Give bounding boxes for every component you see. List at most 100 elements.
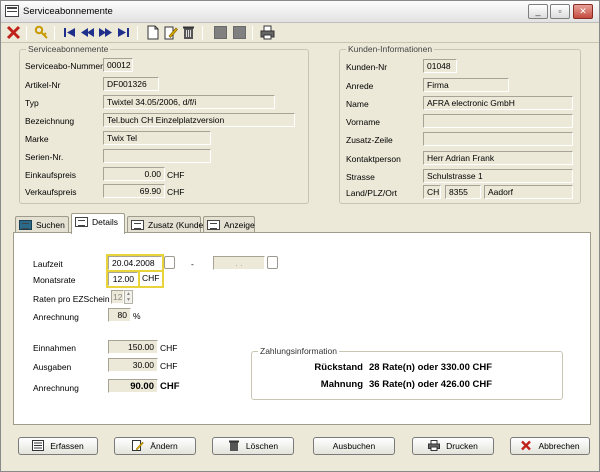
name-field[interactable]: AFRA electronic GmbH — [423, 96, 573, 110]
article-number-label: Artikel-Nr — [25, 80, 61, 90]
tab-zusatz-kunde[interactable]: Zusatz (Kunde) — [127, 216, 206, 233]
laufzeit-from-field[interactable]: 20.04.2008 — [106, 254, 164, 272]
close-button[interactable]: ✕ — [573, 4, 593, 19]
raten-field[interactable]: 12 — [111, 290, 124, 304]
spin-down-icon: ▼ — [126, 297, 131, 303]
street-label: Strasse — [346, 172, 375, 182]
anrechnung-pct-field[interactable]: 80 — [108, 308, 131, 322]
street-field[interactable]: Schulstrasse 1 — [423, 169, 573, 183]
drucken-button[interactable]: Drucken — [412, 437, 494, 455]
next-page-button[interactable] — [98, 25, 113, 40]
zip-field[interactable]: 8355 — [445, 185, 481, 199]
article-number-field[interactable]: DF001326 — [103, 77, 159, 91]
new-record-icon — [32, 440, 45, 451]
edit-icon — [132, 440, 145, 451]
einnahmen-field[interactable]: 150.00 — [108, 340, 158, 354]
customer-number-label: Kunden-Nr — [346, 62, 388, 72]
details-icon — [75, 217, 88, 227]
toolbar-separator — [54, 26, 55, 40]
serial-number-field[interactable] — [103, 149, 211, 163]
loeschen-button[interactable]: Löschen — [212, 437, 294, 455]
drucken-label: Drucken — [446, 441, 478, 451]
details-icon — [207, 220, 220, 230]
title-bar[interactable]: Serviceabonnemente _ ▫ ✕ — [1, 1, 599, 23]
einnahmen-unit: CHF — [160, 343, 178, 353]
first-record-button[interactable] — [62, 25, 77, 40]
erfassen-label: Erfassen — [50, 441, 84, 451]
abbrechen-button[interactable]: Abbrechen — [510, 437, 590, 455]
tab-anzeige-label: Anzeige — [224, 220, 255, 230]
window-title: Serviceabonnemente — [23, 6, 113, 17]
key-button[interactable] — [34, 25, 49, 40]
payment-info-title: Zahlungsinformation — [258, 346, 340, 356]
salutation-label: Anrede — [346, 81, 374, 91]
serial-number-label: Serien-Nr. — [25, 152, 64, 162]
type-field[interactable]: Twixtel 34.05/2006, d/f/i — [103, 95, 275, 109]
purchase-price-field[interactable]: 0.00 — [103, 167, 165, 181]
delete-button[interactable] — [181, 25, 196, 40]
close-record-button[interactable] — [6, 25, 21, 40]
laufzeit-to-field[interactable]: . . — [213, 256, 265, 270]
customer-group-title: Kunden-Informationen — [346, 44, 435, 54]
brand-label: Marke — [25, 134, 49, 144]
laufzeit-to-date-picker[interactable] — [267, 256, 278, 269]
sale-price-field[interactable]: 69.90 — [103, 184, 165, 198]
sale-price-label: Verkaufspreis — [25, 187, 77, 197]
mahnung-label: Mahnung — [320, 379, 363, 390]
type-label: Typ — [25, 98, 39, 108]
rueckstand-value: 28 Rate(n) oder 330.00 CHF — [369, 362, 493, 373]
minimize-button[interactable]: _ — [528, 4, 548, 19]
city-field[interactable]: Aadorf — [484, 185, 573, 199]
anrechnung-pct-label: Anrechnung — [33, 312, 79, 322]
laufzeit-from-date-picker[interactable] — [164, 256, 175, 269]
service-number-field[interactable]: 00012 — [103, 58, 133, 72]
mahnung-value: 36 Rate(n) oder 426.00 CHF — [369, 379, 493, 390]
last-record-icon — [118, 28, 129, 37]
edit-document-button[interactable] — [163, 25, 178, 40]
salutation-field[interactable]: Firma — [423, 78, 509, 92]
ausgaben-unit: CHF — [160, 361, 178, 371]
einnahmen-label: Einnahmen — [33, 343, 77, 353]
print-button[interactable] — [260, 25, 275, 40]
edit-document-icon — [164, 26, 178, 40]
description-field[interactable]: Tel.buch CH Einzelplatzversion — [103, 113, 295, 127]
monatsrate-label: Monatsrate — [33, 275, 76, 285]
first-name-field[interactable] — [423, 114, 573, 128]
previous-page-button[interactable] — [80, 25, 95, 40]
extra-line-field[interactable] — [423, 132, 573, 146]
toolbar-separator — [202, 26, 203, 40]
toolbar-separator — [137, 26, 138, 40]
abbrechen-label: Abbrechen — [538, 441, 580, 451]
raten-spinner[interactable]: ▲ ▼ — [124, 290, 133, 304]
monatsrate-field[interactable]: 12.00 — [106, 270, 140, 288]
anrechnung-label: Anrechnung — [33, 383, 79, 393]
previous-page-icon — [81, 28, 94, 37]
customer-number-field[interactable]: 01048 — [423, 59, 457, 73]
erfassen-button[interactable]: Erfassen — [18, 437, 98, 455]
tab-suchen[interactable]: Suchen — [15, 216, 69, 233]
print-icon — [260, 25, 275, 40]
sale-price-unit: CHF — [167, 187, 185, 197]
toolbar-separator — [26, 26, 27, 40]
ausbuchen-button[interactable]: Ausbuchen — [313, 437, 395, 455]
ausgaben-field[interactable]: 30.00 — [108, 358, 158, 372]
first-name-label: Vorname — [346, 117, 381, 127]
laufzeit-label: Laufzeit — [33, 259, 63, 269]
country-field[interactable]: CH — [423, 185, 441, 199]
maximize-button[interactable]: ▫ — [550, 4, 570, 19]
anrechnung-pct-unit: % — [133, 311, 141, 321]
contact-person-label: Kontaktperson — [346, 154, 401, 164]
tab-anzeige[interactable]: Anzeige — [203, 216, 255, 233]
aendern-button[interactable]: Ändern — [114, 437, 196, 455]
description-label: Bezeichnung — [25, 116, 75, 126]
service-group-title: Serviceabonnemente — [26, 44, 111, 54]
toolbar-separator — [252, 26, 253, 40]
last-record-button[interactable] — [116, 25, 131, 40]
contact-person-field[interactable]: Herr Adrian Frank — [423, 151, 573, 165]
disabled-icon — [214, 26, 227, 39]
anrechnung-field[interactable]: 90.00 — [108, 379, 158, 393]
new-document-button[interactable] — [145, 25, 160, 40]
country-zip-city-label: Land/PLZ/Ort — [346, 188, 398, 198]
tab-details[interactable]: Details — [71, 213, 125, 234]
brand-field[interactable]: Twix Tel — [103, 131, 211, 145]
